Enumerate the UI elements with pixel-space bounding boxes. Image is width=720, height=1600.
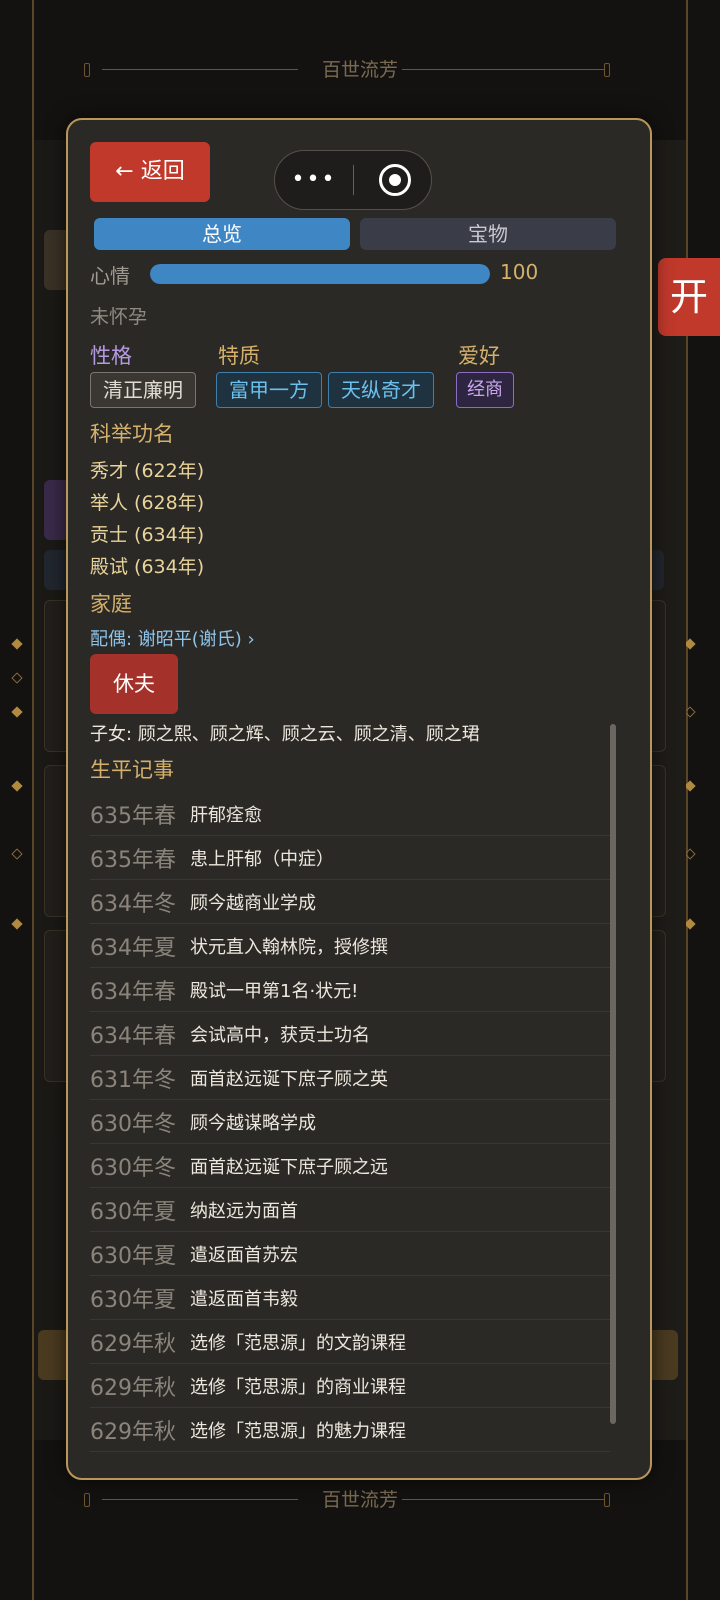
- chronicle-row: 635年春 患上肝郁（中症）: [90, 836, 610, 880]
- traits-heading: 特质: [218, 344, 260, 368]
- event-date: 629年秋: [90, 1420, 176, 1445]
- exam-item: 贡士 (634年): [90, 524, 205, 546]
- frame-border-right: [686, 0, 688, 1600]
- chronicle-row: 630年冬 顾今越谋略学成: [90, 1100, 610, 1144]
- event-date: 635年春: [90, 848, 176, 873]
- chronicle-row: 634年春 会试高中，获贡士功名: [90, 1012, 610, 1056]
- trait-tag: 富甲一方: [216, 372, 322, 408]
- chronicle-row: 634年冬 顾今越商业学成: [90, 880, 610, 924]
- chronicle-row: 630年夏 纳赵远为面首: [90, 1188, 610, 1232]
- exam-item: 举人 (628年): [90, 492, 205, 514]
- open-side-tab[interactable]: 开: [658, 258, 720, 336]
- event-text: 状元直入翰林院，授修撰: [190, 937, 388, 958]
- event-text: 选修「范思源」的商业课程: [190, 1377, 406, 1398]
- event-date: 634年春: [90, 980, 176, 1005]
- event-text: 顾今越商业学成: [190, 893, 316, 914]
- event-date: 630年夏: [90, 1200, 176, 1225]
- event-date: 634年冬: [90, 892, 176, 917]
- event-date: 630年冬: [90, 1156, 176, 1181]
- event-date: 634年春: [90, 1024, 176, 1049]
- exam-item: 殿试 (634年): [90, 556, 205, 578]
- spouse-link[interactable]: 配偶: 谢昭平(谢氏) ›: [90, 625, 255, 651]
- event-text: 纳赵远为面首: [190, 1201, 298, 1222]
- chronicle-row: 630年夏 遣返面首韦毅: [90, 1276, 610, 1320]
- scrollbar[interactable]: [610, 724, 616, 1424]
- chronicle-heading: 生平记事: [90, 758, 174, 782]
- top-decor-banner: 百世流芳: [0, 55, 720, 85]
- chronicle-row: 635年春 肝郁痊愈: [90, 792, 610, 836]
- event-text: 殿试一甲第1名·状元!: [190, 981, 359, 1002]
- event-date: 630年夏: [90, 1288, 176, 1313]
- back-button[interactable]: ← 返回: [90, 142, 210, 202]
- capsule-divider: [353, 165, 354, 195]
- chronicle-row: 631年冬 面首赵远诞下庶子顾之英: [90, 1056, 610, 1100]
- miniprogram-capsule: •••: [274, 150, 432, 210]
- divorce-button[interactable]: 休夫: [90, 654, 178, 714]
- event-text: 面首赵远诞下庶子顾之英: [190, 1069, 388, 1090]
- event-date: 634年夏: [90, 936, 176, 961]
- chronicle-row: 634年春 殿试一甲第1名·状元!: [90, 968, 610, 1012]
- decor-title: 百世流芳: [321, 59, 398, 81]
- chronicle-row: 629年秋 选修「范思源」的商业课程: [90, 1364, 610, 1408]
- event-text: 选修「范思源」的魅力课程: [190, 1421, 406, 1442]
- decor-title-bottom: 百世流芳: [321, 1489, 398, 1511]
- hobby-heading: 爱好: [458, 344, 500, 368]
- exam-item: 秀才 (622年): [90, 460, 205, 482]
- exam-heading: 科举功名: [90, 422, 174, 446]
- event-date: 635年春: [90, 804, 176, 829]
- event-text: 顾今越谋略学成: [190, 1113, 316, 1134]
- chronicle-row: 629年秋 选修「范思源」的文韵课程: [90, 1320, 610, 1364]
- bottom-decor-banner: 百世流芳: [0, 1485, 720, 1515]
- event-text: 遣返面首苏宏: [190, 1245, 298, 1266]
- character-detail-modal: ← 返回 ••• 总览 宝物 心情 100 未怀孕 性格 特质 爱好 清正廉明 …: [66, 118, 652, 1480]
- event-text: 患上肝郁（中症）: [190, 849, 334, 870]
- chronicle-row: 629年秋 选修「范思源」的魅力课程: [90, 1408, 610, 1452]
- close-target-icon[interactable]: [379, 164, 411, 196]
- chronicle-row: 634年夏 状元直入翰林院，授修撰: [90, 924, 610, 968]
- event-date: 629年秋: [90, 1376, 176, 1401]
- pregnancy-status: 未怀孕: [90, 306, 148, 328]
- event-text: 选修「范思源」的文韵课程: [190, 1333, 406, 1354]
- event-text: 遣返面首韦毅: [190, 1289, 298, 1310]
- children-list: 子女: 顾之熙、顾之辉、顾之云、顾之清、顾之珺: [90, 724, 480, 745]
- tab-treasures[interactable]: 宝物: [360, 218, 616, 250]
- event-text: 会试高中，获贡士功名: [190, 1025, 370, 1046]
- chronicle-list: 635年春 肝郁痊愈 635年春 患上肝郁（中症） 634年冬 顾今越商业学成 634年夏状…: [90, 792, 610, 1452]
- event-text: 肝郁痊愈: [190, 805, 262, 826]
- family-heading: 家庭: [90, 592, 132, 616]
- mood-label: 心情: [90, 264, 130, 288]
- chronicle-row: 630年冬 面首赵远诞下庶子顾之远: [90, 1144, 610, 1188]
- event-date: 630年夏: [90, 1244, 176, 1269]
- event-date: 630年冬: [90, 1112, 176, 1137]
- event-text: 面首赵远诞下庶子顾之远: [190, 1157, 388, 1178]
- tab-overview[interactable]: 总览: [94, 218, 350, 250]
- mood-bar-fill: [150, 264, 490, 284]
- hobby-tag: 经商: [456, 372, 514, 408]
- mood-bar: [150, 264, 490, 284]
- event-date: 629年秋: [90, 1332, 176, 1357]
- personality-heading: 性格: [90, 344, 132, 368]
- personality-tag: 清正廉明: [90, 372, 196, 408]
- trait-tag: 天纵奇才: [328, 372, 434, 408]
- mood-value: 100: [500, 260, 539, 284]
- more-menu-icon[interactable]: •••: [275, 151, 353, 209]
- chronicle-row: 630年夏 遣返面首苏宏: [90, 1232, 610, 1276]
- event-date: 631年冬: [90, 1068, 176, 1093]
